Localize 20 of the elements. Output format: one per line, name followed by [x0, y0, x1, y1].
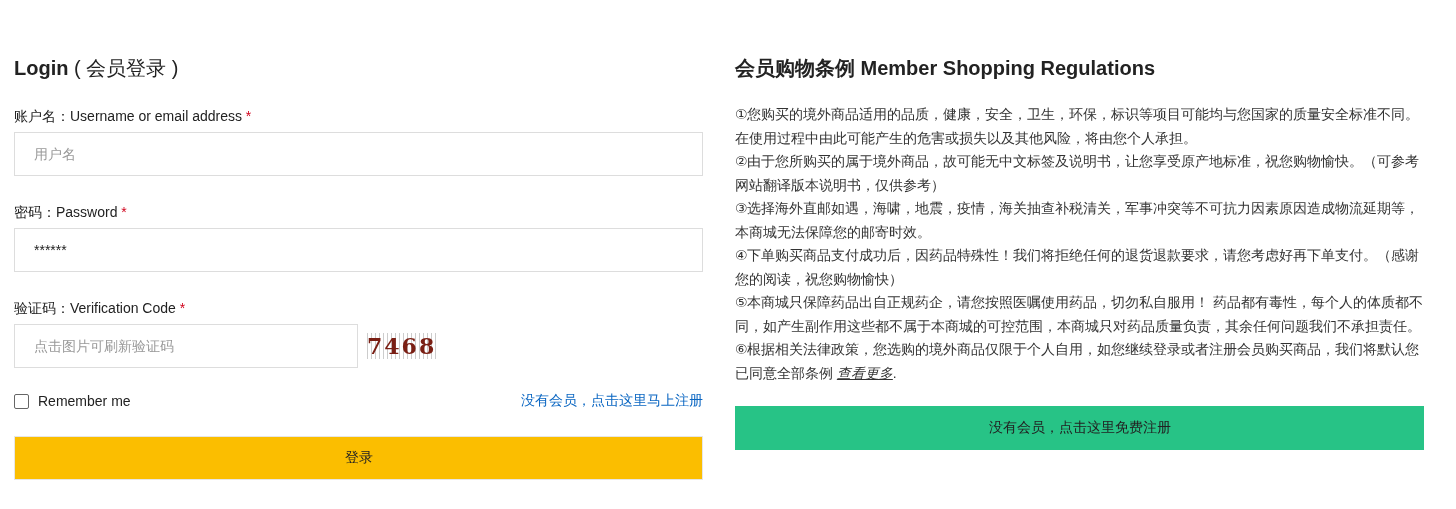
login-title: Login ( 会员登录 ) — [14, 56, 180, 81]
regulation-paragraph: ⑤本商城只保障药品出自正规药企，请您按照医嘱使用药品，切勿私自服用！ 药品都有毒性，每个人的体质都不同，如产生副作用这些都不属于本商城的可控范围，本商城只对药品质量负责，其余任何问题我们不承担责任。 — [735, 294, 1424, 336]
remember-label: Remember me — [38, 393, 131, 409]
register-button[interactable]: 没有会员，点击这里免费注册 — [735, 406, 1424, 450]
register-link[interactable]: 没有会员，点击这里马上注册 — [521, 392, 703, 410]
login-button[interactable]: 登录 — [14, 436, 703, 480]
field-label: 账户名：Username or email address * — [14, 108, 253, 126]
regulations-title: 会员购物条例 Member Shopping Regulations — [735, 56, 1156, 81]
field-label: 密码：Password * — [14, 204, 128, 222]
username-field[interactable]: 用户名 — [14, 132, 703, 176]
regulation-paragraph: ②由于您所购买的属于境外商品，故可能无中文标签及说明书，让您享受原产地标准，祝您购物愉快。（可参考网站翻译版本说明书，仅供参考） — [735, 153, 1421, 195]
regulation-paragraph: ④下单购买商品支付成功后，因药品特殊性！我们将拒绝任何的退货退款要求，请您考虑好再下单支付。（感谢您的阅读，祝您购物愉快） — [735, 247, 1421, 289]
regulation-paragraph: ③选择海外直邮如遇，海啸，地震，疫情，海关抽查补税清关，军事冲突等不可抗力因素原因造成物流延期等，本商城无法保障您的邮寄时效。 — [735, 200, 1421, 242]
regulation-paragraph: ①您购买的境外商品适用的品质，健康，安全，卫生，环保，标识等项目可能均与您国家的质量安全标准不同。在使用过程中由此可能产生的危害或损失以及其他风险，将由您个人承担。 — [735, 106, 1421, 148]
remember-checkbox[interactable] — [14, 393, 29, 409]
regulation-paragraph: ⑥根据相关法律政策，您选购的境外商品仅限于个人自用，如您继续登录或者注册会员购买商品，我们将默认您已同意全部条例 查看更多. — [735, 341, 1421, 383]
password-field[interactable]: ****** — [14, 228, 703, 272]
field-label: 验证码：Verification Code * — [14, 300, 187, 318]
captcha-field[interactable]: 点击图片可刷新验证码 — [14, 324, 358, 368]
more-link[interactable]: 查看更多 — [836, 365, 893, 381]
